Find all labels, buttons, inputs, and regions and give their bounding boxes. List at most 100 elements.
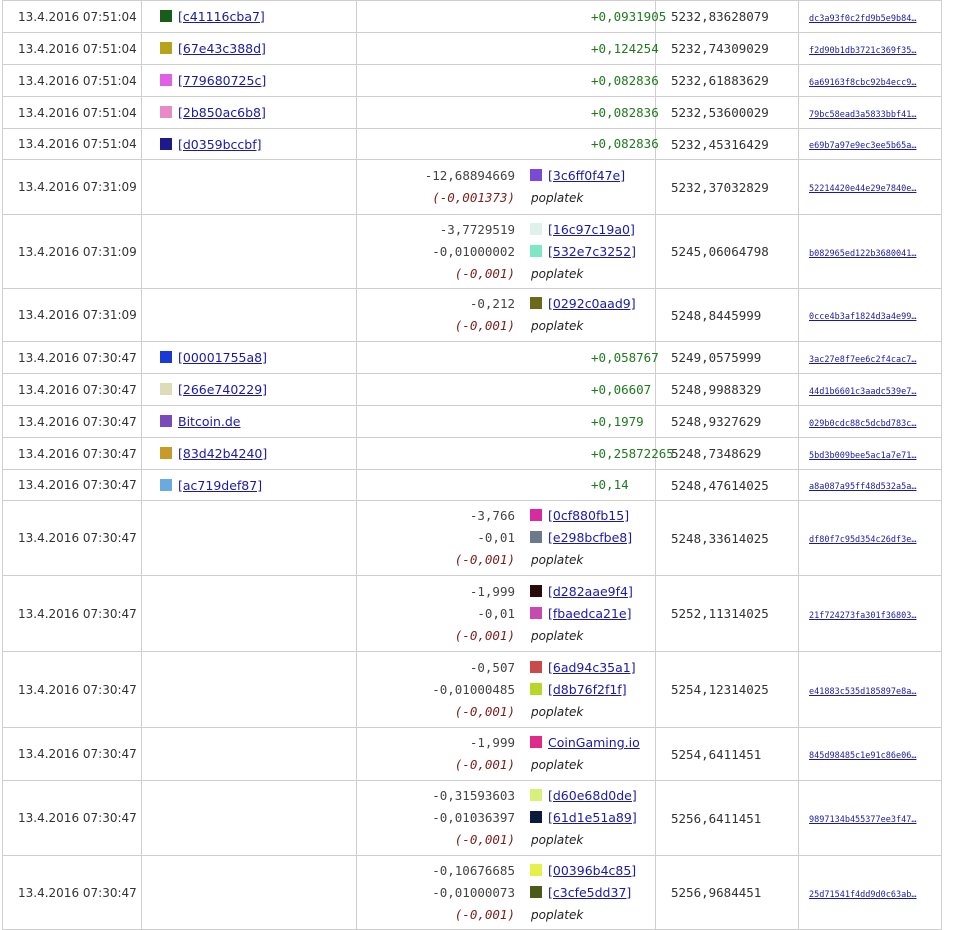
wallet-link[interactable]: [779680725c] [178, 73, 266, 88]
wallet-link[interactable]: [2b850ac6b8] [178, 105, 266, 120]
recipient-link[interactable]: [0292c0aad9] [548, 296, 636, 311]
txid-cell: 845d98485c1e91c86e06… [798, 727, 942, 781]
txid-cell: dc3a93f0c2fd9b5e9b84… [798, 0, 942, 33]
fee-line: (-0,001) poplatek [357, 829, 655, 851]
txid-link[interactable]: a8a087a95ff48d532a5a… [809, 482, 916, 492]
recipient-link[interactable]: [6ad94c35a1] [548, 660, 636, 675]
amount-cell: -1,999 CoinGaming.io (-0,001) poplatek [356, 727, 656, 781]
fee-amount: (-0,001) [454, 906, 515, 922]
wallet-link[interactable]: [67e43c388d] [178, 41, 266, 56]
wallet-link[interactable]: [d0359bccbf] [178, 137, 262, 152]
amount-cell: +0,14 [356, 469, 656, 501]
recipient-link[interactable]: [e298bcfbe8] [548, 530, 632, 545]
txid-link[interactable]: 3ac27e8f7ee6c2f4cac7… [809, 355, 916, 365]
recipient-link[interactable]: [d282aae9f4] [548, 584, 633, 599]
recipient-color-swatch [530, 660, 542, 673]
output-recipient: [532e7c3252] [530, 241, 636, 263]
output-recipient: [fbaedca21e] [530, 603, 632, 625]
recipient-color-swatch [530, 509, 542, 521]
amount-cell: +0,082836 [356, 64, 659, 97]
txid-link[interactable]: b082965ed122b3680041… [809, 249, 916, 259]
wallet-link[interactable]: Bitcoin.de [178, 414, 240, 429]
output-recipient: [d8b76f2f1f] [530, 679, 627, 701]
output-recipient: [0292c0aad9] [530, 293, 636, 315]
recipient-link[interactable]: [d60e68d0de] [548, 788, 637, 803]
fee-amount: (-0,001) [454, 552, 515, 567]
fee-amount: (-0,001) [454, 832, 515, 847]
wallet-link[interactable]: [83d42b4240] [178, 446, 267, 461]
transactions-table: 13.4.2016 07:51:04 [c41116cba7] +0,0931905… [2, 0, 942, 930]
recipient-link[interactable]: [fbaedca21e] [548, 606, 632, 621]
fee-line: (-0,001) poplatek [357, 549, 655, 571]
txid-link[interactable]: df80f7c95d354c26df3e… [809, 535, 916, 545]
txid-link[interactable]: 845d98485c1e91c86e06… [809, 751, 916, 761]
txid-link[interactable]: 44d1b6601c3aadc539e7… [809, 387, 916, 397]
fee-line: (-0,001) poplatek [357, 754, 655, 776]
txid-link[interactable]: 6a69163f8cbc92b4ecc9… [809, 78, 916, 88]
recipient-link[interactable]: [3c6ff0f47e] [548, 168, 625, 183]
wallet-link[interactable]: [00001755a8] [178, 350, 267, 365]
txid-link[interactable]: 21f724273fa301f36803… [809, 611, 916, 621]
date-cell: 13.4.2016 07:51:04 [2, 32, 142, 65]
txid-link[interactable]: 0cce4b3af1824d3a4e99… [809, 312, 916, 322]
txid-link[interactable]: e69b7a97e9ec3ee5b65a… [809, 141, 916, 151]
wallet-link[interactable]: [c41116cba7] [178, 9, 265, 24]
recipient-link[interactable]: [00396b4c85] [548, 863, 636, 878]
output-recipient: [6ad94c35a1] [530, 657, 636, 679]
recipient-link[interactable]: [16c97c19a0] [548, 222, 635, 237]
output-amount: -0,507 [469, 659, 515, 675]
output-amount: -0,10676685 [432, 862, 515, 878]
wallet-link[interactable]: [ac719def87] [178, 478, 262, 493]
output-line: -0,507 [6ad94c35a1] [357, 657, 655, 679]
wallet-cell: [83d42b4240] [141, 437, 357, 470]
balance-cell: 5232,37032829 [655, 159, 799, 215]
incoming-amount: +0,082836 [591, 104, 659, 120]
recipient-link[interactable]: [532e7c3252] [548, 244, 636, 259]
txid-link[interactable]: 029b0cdc88c5dcbd783c… [809, 419, 916, 429]
balance-cell: 5232,45316429 [655, 128, 799, 160]
fee-line: (-0,001) poplatek [357, 263, 655, 285]
balance-cell: 5252,11314025 [655, 575, 799, 652]
table-row: 13.4.2016 07:31:09 -3,7729519 [16c97c19a0]… [2, 214, 942, 289]
wallet-link[interactable]: [266e740229] [178, 382, 267, 397]
balance-cell: 5254,12314025 [655, 651, 799, 728]
txid-link[interactable]: 79bc58ead3a5833bbf41… [809, 110, 916, 120]
wallet-color-swatch [160, 106, 172, 118]
txid-link[interactable]: 25d71541f4dd9d0c63ab… [809, 890, 916, 900]
output-amount: -12,68894669 [424, 168, 515, 183]
wallet-cell [141, 159, 357, 215]
txid-cell: e41883c535d185897e8a… [798, 651, 942, 728]
recipient-link[interactable]: [0cf880fb15] [548, 508, 629, 523]
recipient-link[interactable]: [c3cfe5dd37] [548, 885, 631, 900]
date-cell: 13.4.2016 07:51:04 [2, 96, 142, 129]
incoming-amount: +0,124254 [591, 40, 659, 56]
amount-cell: +0,082836 [356, 128, 659, 160]
output-recipient: [16c97c19a0] [530, 219, 635, 241]
fee-label: poplatek [531, 628, 584, 643]
txid-link[interactable]: 52214420e44e29e7840e… [809, 184, 916, 194]
date-cell: 13.4.2016 07:30:47 [2, 405, 142, 438]
table-row: 13.4.2016 07:30:47 -3,766 [0cf880fb15] -0,0… [2, 500, 942, 576]
output-recipient: [61d1e51a89] [530, 807, 637, 829]
wallet-cell: [d0359bccbf] [141, 128, 357, 160]
txid-link[interactable]: 9897134b455377ee3f47… [809, 815, 916, 825]
date-cell: 13.4.2016 07:30:47 [2, 469, 142, 501]
recipient-link[interactable]: CoinGaming.io [548, 735, 640, 750]
output-line: -1,999 [d282aae9f4] [357, 581, 655, 603]
recipient-color-swatch [530, 297, 542, 309]
table-row: 13.4.2016 07:30:47 -0,507 [6ad94c35a1] -0,0… [2, 651, 942, 728]
txid-link[interactable]: dc3a93f0c2fd9b5e9b84… [809, 14, 916, 24]
balance-cell: 5248,7348629 [655, 437, 799, 470]
date-cell: 13.4.2016 07:30:47 [2, 341, 142, 374]
recipient-link[interactable]: [61d1e51a89] [548, 810, 637, 825]
txid-cell: 79bc58ead3a5833bbf41… [798, 96, 942, 129]
amount-cell: +0,058767 [356, 341, 659, 374]
txid-link[interactable]: e41883c535d185897e8a… [809, 687, 916, 697]
txid-cell: 6a69163f8cbc92b4ecc9… [798, 64, 942, 97]
txid-link[interactable]: 5bd3b009bee5ac1a7e71… [809, 451, 916, 461]
txid-link[interactable]: f2d90b1db3721c369f35… [809, 46, 916, 56]
recipient-link[interactable]: [d8b76f2f1f] [548, 682, 627, 697]
fee-label: poplatek [531, 907, 584, 922]
table-row: 13.4.2016 07:31:09 -12,68894669 [3c6ff0f47… [2, 159, 942, 215]
output-line: -3,766 [0cf880fb15] [357, 505, 655, 527]
